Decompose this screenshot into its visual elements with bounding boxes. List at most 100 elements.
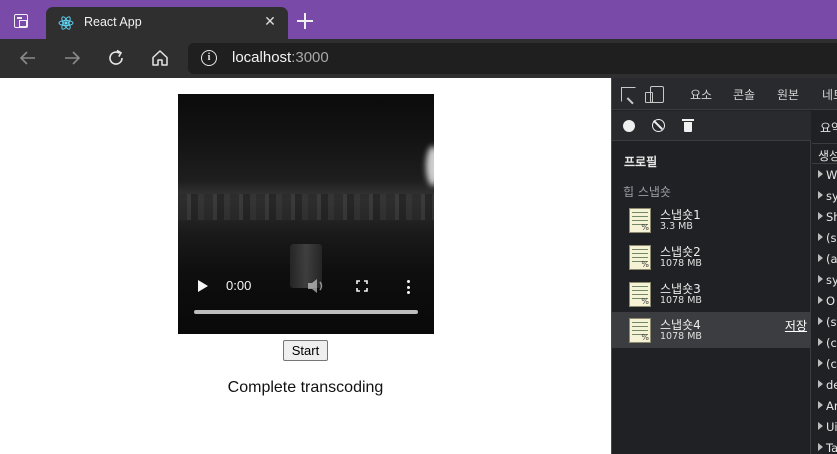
snapshot-detail-panel: 요약 생성 W sy Sh (sy (a sy O (st (c (c de A… (812, 111, 837, 454)
expand-triangle-icon (818, 359, 823, 367)
url-host: localhost (232, 49, 292, 66)
more-options-icon[interactable] (407, 280, 411, 294)
profiles-sidebar: 프로필 힙 스냅숏 스냅숏1 3.3 MB 스냅숏2 1078 MB 스냅숏3 … (612, 111, 811, 454)
expand-triangle-icon (818, 401, 823, 409)
forward-arrow-icon[interactable] (62, 48, 82, 68)
page-content: 0:00 Start Complete transcoding (0, 78, 611, 454)
tab-network[interactable]: 네트 (822, 86, 837, 103)
tab-title: React App (84, 15, 142, 29)
expand-triangle-icon (818, 380, 823, 388)
constructor-row[interactable]: (c (818, 336, 837, 350)
video-player[interactable]: 0:00 (178, 94, 434, 334)
constructor-row[interactable]: sy (818, 189, 837, 203)
constructor-row[interactable]: Ta (818, 441, 837, 454)
site-info-icon[interactable]: i (201, 50, 217, 66)
tab-elements[interactable]: 요소 (690, 86, 712, 103)
constructor-name: (c (826, 357, 837, 371)
constructor-row[interactable]: W (818, 168, 837, 182)
device-toolbar-icon[interactable] (645, 86, 664, 103)
constructor-row[interactable]: sy (818, 273, 837, 287)
browser-toolbar: i localhost:3000 (0, 39, 837, 78)
snapshot-icon (629, 208, 651, 233)
constructor-row[interactable]: de (818, 378, 837, 392)
constructor-row[interactable]: O (818, 294, 835, 308)
new-tab-icon[interactable] (296, 12, 314, 30)
constructor-row[interactable]: Sh (818, 210, 837, 224)
expand-triangle-icon (818, 170, 823, 178)
browser-tab[interactable]: React App ✕ (46, 7, 288, 39)
profiler-toolbar (612, 111, 811, 141)
address-bar[interactable]: i localhost:3000 (188, 43, 837, 74)
snapshot-item[interactable]: 스냅숏1 3.3 MB (612, 202, 811, 238)
constructor-row[interactable]: (a (818, 252, 837, 266)
status-text: Complete transcoding (227, 379, 384, 396)
column-header[interactable]: 생성 (812, 143, 837, 164)
constructor-column-label: 생성 (818, 149, 837, 163)
constructor-name: (c (826, 336, 837, 350)
play-icon[interactable] (198, 280, 208, 292)
constructor-name: (st (826, 315, 837, 329)
back-arrow-icon[interactable] (18, 48, 38, 68)
expand-triangle-icon (818, 338, 823, 346)
snapshot-icon (629, 282, 651, 307)
inspect-element-icon[interactable] (621, 87, 636, 102)
clear-icon[interactable] (652, 119, 665, 132)
snapshot-size: 1078 MB (660, 331, 702, 342)
trash-icon[interactable] (682, 119, 694, 132)
volume-icon[interactable] (306, 278, 326, 294)
constructor-name: sy (826, 189, 837, 203)
constructor-name: de (826, 378, 837, 392)
reload-icon[interactable] (106, 48, 126, 68)
record-icon[interactable] (623, 120, 635, 132)
expand-triangle-icon (818, 212, 823, 220)
expand-triangle-icon (818, 422, 823, 430)
expand-triangle-icon (818, 296, 823, 304)
tab-sources[interactable]: 원본 (777, 86, 799, 103)
snapshot-size: 1078 MB (660, 258, 702, 269)
expand-triangle-icon (818, 191, 823, 199)
video-progress-bar[interactable] (194, 310, 418, 314)
constructor-name: Ui (826, 420, 837, 434)
view-selector[interactable]: 요약 (820, 119, 837, 136)
snapshot-icon (629, 245, 651, 270)
snapshot-item-selected[interactable]: 스냅숏4 1078 MB 저장 (612, 312, 811, 348)
snapshot-item[interactable]: 스냅숏2 1078 MB (612, 239, 811, 275)
expand-triangle-icon (818, 233, 823, 241)
profiles-heading: 프로필 (624, 155, 658, 169)
snapshot-size: 3.3 MB (660, 221, 693, 232)
browser-titlebar: React App ✕ (0, 0, 837, 39)
close-icon[interactable]: ✕ (260, 12, 280, 32)
expand-triangle-icon (818, 254, 823, 262)
video-frame-highlight (426, 146, 434, 186)
constructor-name: (a (826, 252, 837, 266)
constructor-name: W (826, 168, 837, 182)
react-logo-icon (58, 16, 74, 30)
snapshot-item[interactable]: 스냅숏3 1078 MB (612, 276, 811, 312)
url-port: :3000 (291, 49, 329, 66)
expand-triangle-icon (818, 317, 823, 325)
constructor-name: Sh (826, 210, 837, 224)
devtools-tab-bar: 요소 콘솔 원본 네트 (612, 78, 837, 110)
tab-console[interactable]: 콘솔 (733, 86, 755, 103)
heap-snapshots-label: 힙 스냅숏 (623, 185, 671, 199)
start-button[interactable]: Start (283, 340, 328, 361)
snapshot-size: 1078 MB (660, 295, 702, 306)
expand-triangle-icon (818, 275, 823, 283)
home-icon[interactable] (150, 48, 170, 68)
fullscreen-icon[interactable] (356, 280, 368, 292)
constructor-name: O (826, 294, 836, 308)
constructor-row[interactable]: (st (818, 315, 837, 329)
save-snapshot-link[interactable]: 저장 (785, 317, 807, 334)
constructor-name: (sy (826, 231, 837, 245)
expand-triangle-icon (818, 443, 823, 451)
constructor-row[interactable]: Ui (818, 420, 837, 434)
url-text: localhost:3000 (232, 49, 329, 66)
video-time: 0:00 (226, 278, 252, 293)
tab-actions-icon[interactable] (14, 14, 28, 28)
constructor-name: sy (826, 273, 837, 287)
constructor-row[interactable]: Ar (818, 399, 837, 413)
constructor-row[interactable]: (sy (818, 231, 837, 245)
devtools-panel: 요소 콘솔 원본 네트 프로필 힙 스냅숏 스냅숏1 3.3 MB 스냅숏2 1… (611, 78, 837, 454)
constructor-name: Ta (826, 441, 837, 454)
constructor-row[interactable]: (c (818, 357, 837, 371)
